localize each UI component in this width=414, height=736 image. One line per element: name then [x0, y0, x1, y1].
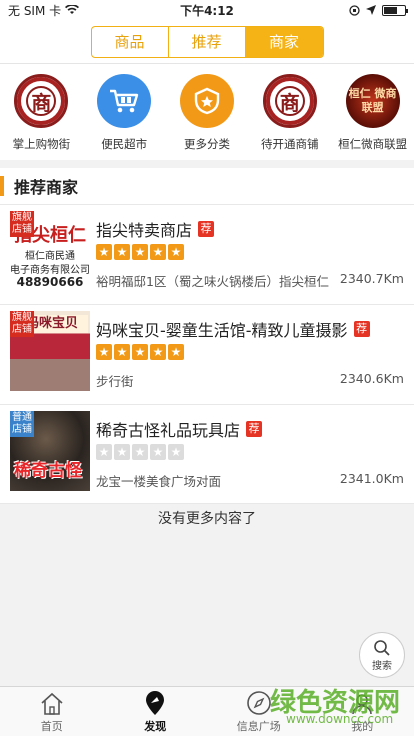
compass-icon — [246, 691, 271, 715]
category-row: 商 掌上购物街 便民超市 更多分类 商 待开通商铺 桓仁 微商联盟 桓仁微商联盟 — [0, 64, 414, 160]
store-distance: 2340.7Km — [339, 271, 404, 286]
category-label: 待开通商铺 — [261, 137, 319, 151]
store-address: 龙宝一楼美食广场对面 — [96, 474, 222, 489]
star-icon: ★ — [150, 444, 166, 460]
rating-stars: ★ ★ ★ ★ ★ — [96, 344, 184, 360]
recommend-badge: 荐 — [198, 221, 215, 237]
star-icon: ★ — [96, 444, 112, 460]
star-icon: ★ — [96, 244, 112, 260]
category-label: 桓仁微商联盟 — [338, 137, 408, 151]
store-distance: 2341.0Km — [339, 471, 404, 486]
section-title: 推荐商家 — [0, 168, 414, 204]
shield-star-icon — [179, 74, 234, 128]
store-item[interactable]: 旗舰 店铺 指尖桓仁 桓仁商民通 电子商务有限公司 48890666 指尖特卖商… — [0, 204, 414, 304]
star-icon: ★ — [150, 244, 166, 260]
search-label: 搜索 — [372, 660, 392, 672]
store-thumbnail: 旗舰 店铺 指尖桓仁 桓仁商民通 电子商务有限公司 48890666 — [10, 211, 90, 291]
watermark-url: www.downcc.com — [286, 712, 394, 726]
category-supermarket[interactable]: 便民超市 — [83, 64, 166, 160]
star-icon: ★ — [132, 244, 148, 260]
star-icon: ★ — [150, 344, 166, 360]
star-icon: ★ — [96, 344, 112, 360]
segment-bar: 商品 推荐 商家 — [0, 20, 414, 64]
shang-logo-icon: 商 — [262, 74, 317, 128]
shopping-cart-icon — [97, 74, 152, 128]
search-button[interactable]: 搜索 — [359, 632, 405, 678]
regular-store-tag: 普通 店铺 — [10, 411, 34, 437]
store-distance: 2340.6Km — [339, 371, 404, 386]
category-shopping-street[interactable]: 商 掌上购物街 — [0, 64, 83, 160]
category-label: 更多分类 — [183, 137, 230, 151]
store-name: 指尖特卖商店 荐 — [96, 217, 215, 241]
category-pending-stores[interactable]: 商 待开通商铺 — [248, 64, 331, 160]
tab-discover[interactable]: 发现 — [104, 687, 208, 736]
segment-products[interactable]: 商品 — [92, 26, 169, 57]
category-label: 掌上购物街 — [12, 137, 71, 151]
thumb-title: 稀奇古怪 — [14, 461, 82, 481]
star-icon: ★ — [114, 444, 130, 460]
clock: 下午4:12 — [180, 3, 234, 18]
segmented-control: 商品 推荐 商家 — [90, 25, 324, 58]
star-icon: ★ — [168, 444, 184, 460]
rating-stars: ★ ★ ★ ★ ★ — [96, 444, 184, 460]
store-item[interactable]: 旗舰 店铺 妈咪宝贝 妈咪宝贝-婴童生活馆-精致儿童摄影 荐 ★ ★ ★ ★ ★ 步行街… — [0, 304, 414, 404]
recommend-badge: 荐 — [246, 421, 263, 437]
star-icon: ★ — [114, 344, 130, 360]
alliance-logo-icon: 桓仁 微商联盟 — [345, 74, 400, 128]
thumb-subtitle: 桓仁商民通 — [25, 251, 75, 262]
store-thumbnail: 普通 店铺 稀奇古怪 — [10, 411, 90, 491]
star-icon: ★ — [132, 444, 148, 460]
segment-recommend[interactable]: 推荐 — [169, 26, 246, 57]
flagship-tag: 旗舰 店铺 — [10, 211, 34, 237]
thumb-subtitle: 电子商务有限公司 — [10, 265, 90, 276]
store-thumbnail: 旗舰 店铺 妈咪宝贝 — [10, 311, 90, 391]
home-icon — [41, 692, 63, 715]
thumb-phone: 48890666 — [16, 275, 84, 289]
store-item[interactable]: 普通 店铺 稀奇古怪 稀奇古怪礼品玩具店 荐 ★ ★ ★ ★ ★ 龙宝一楼美食广场对面 … — [0, 404, 414, 504]
search-icon — [374, 639, 390, 656]
star-icon: ★ — [168, 244, 184, 260]
flagship-tag: 旗舰 店铺 — [10, 311, 34, 337]
shang-logo-icon: 商 — [14, 74, 69, 128]
store-name: 稀奇古怪礼品玩具店 荐 — [96, 417, 263, 441]
segment-merchants[interactable]: 商家 — [245, 26, 323, 57]
store-list: 旗舰 店铺 指尖桓仁 桓仁商民通 电子商务有限公司 48890666 指尖特卖商… — [0, 204, 414, 504]
status-bar: 无 SIM 卡 下午4:12 — [0, 0, 414, 20]
category-alliance[interactable]: 桓仁 微商联盟 桓仁微商联盟 — [331, 64, 414, 160]
store-address: 裕明福邸1区（蜀之味火锅楼后）指尖桓仁 — [96, 274, 329, 289]
no-more-content: 没有更多内容了 — [158, 511, 256, 527]
category-label: 便民超市 — [101, 137, 148, 151]
location-pin-icon — [146, 691, 165, 715]
store-address: 步行街 — [96, 374, 134, 389]
star-icon: ★ — [168, 344, 184, 360]
rating-stars: ★ ★ ★ ★ ★ — [96, 244, 184, 260]
battery-icon — [382, 4, 408, 16]
category-more[interactable]: 更多分类 — [166, 64, 249, 160]
star-icon: ★ — [132, 344, 148, 360]
tab-home[interactable]: 首页 — [0, 687, 104, 736]
recommend-badge: 荐 — [353, 321, 370, 337]
store-name: 妈咪宝贝-婴童生活馆-精致儿童摄影 荐 — [96, 317, 370, 341]
star-icon: ★ — [114, 244, 130, 260]
